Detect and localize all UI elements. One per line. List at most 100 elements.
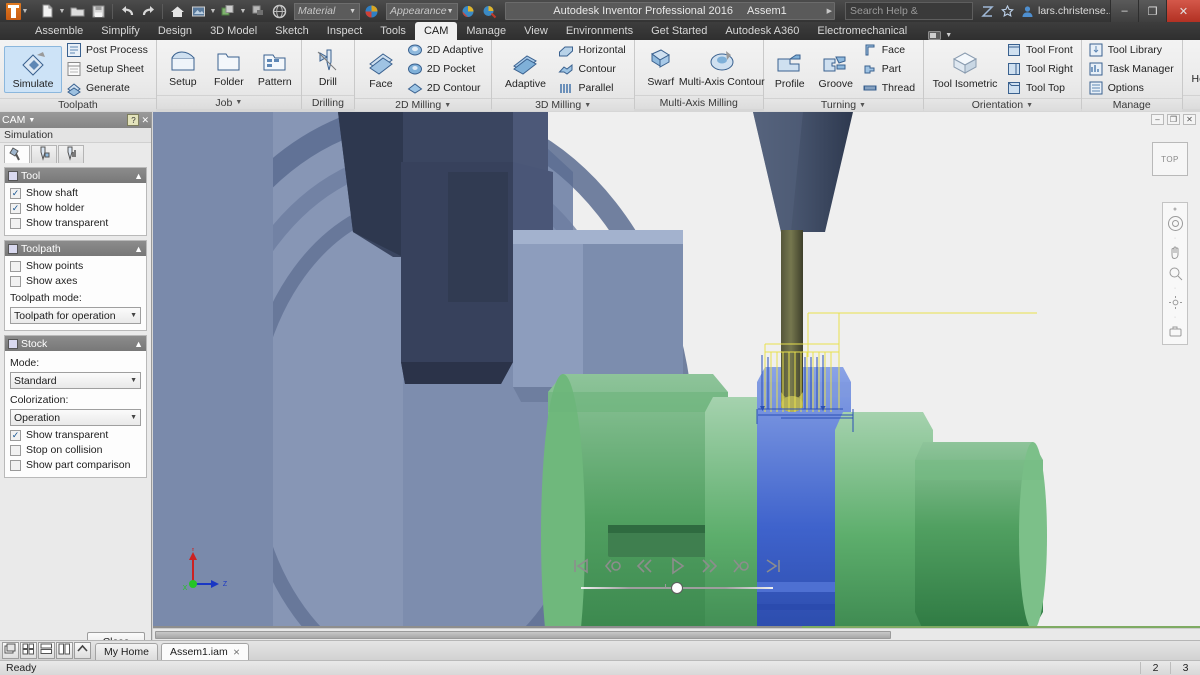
ribbon-tab-design[interactable]: Design: [149, 22, 201, 40]
chevron-down-icon[interactable]: ▼: [1026, 102, 1033, 109]
3d-viewport[interactable]: – ❐ ✕ TOP ● · · · Y Z X: [153, 112, 1200, 642]
tool-isometric-button[interactable]: Tool Isometric: [928, 47, 1002, 92]
chevron-right-icon[interactable]: ▶: [827, 7, 832, 15]
checkbox-show-transparent[interactable]: Show transparent: [10, 217, 141, 229]
open-file-button[interactable]: [67, 1, 87, 21]
parallel-button[interactable]: Parallel: [556, 79, 629, 97]
panel-title[interactable]: Turning ▼: [763, 98, 924, 111]
checkbox-indicator[interactable]: [10, 444, 21, 456]
document-close-button[interactable]: ✕: [1183, 113, 1196, 125]
ribbon-tab-tools[interactable]: Tools: [371, 22, 415, 40]
checkbox-indicator[interactable]: [10, 429, 21, 441]
collapse-chevron-icon[interactable]: ▲: [134, 171, 143, 181]
ribbon-tab-3d-model[interactable]: 3D Model: [201, 22, 266, 40]
simulate-button[interactable]: Simulate: [4, 45, 62, 93]
visual-style-button[interactable]: [218, 1, 238, 21]
inventor-logo-button[interactable]: ▼: [0, 0, 34, 22]
home-view-button[interactable]: [167, 1, 187, 21]
collapse-tabs-button[interactable]: [74, 642, 91, 659]
chevron-down-icon[interactable]: ▼: [444, 102, 451, 109]
collapse-chevron-icon[interactable]: ▲: [134, 244, 143, 254]
drill-button[interactable]: Drill: [306, 45, 350, 90]
document-tab-assem1-iam[interactable]: Assem1.iam ⨯: [160, 643, 250, 660]
simulation-tab[interactable]: [4, 145, 30, 163]
close-icon[interactable]: ⨯: [233, 647, 241, 658]
info-tab[interactable]: [31, 145, 57, 163]
appearance-combo[interactable]: Appearance ▼: [386, 2, 458, 20]
material-color-swatch[interactable]: [361, 1, 381, 21]
undo-button[interactable]: [117, 1, 137, 21]
setup-sheet-button[interactable]: Setup Sheet: [64, 60, 152, 78]
ribbon-tab-inspect[interactable]: Inspect: [318, 22, 371, 40]
checkbox-indicator[interactable]: [10, 275, 21, 287]
simulation-speed-slider[interactable]: [580, 581, 773, 595]
ribbon-tab-environments[interactable]: Environments: [557, 22, 642, 40]
restore-button[interactable]: ❐: [1138, 0, 1166, 22]
pan-hand-icon[interactable]: [1164, 243, 1186, 262]
ribbon-tab-get-started[interactable]: Get Started: [642, 22, 716, 40]
checkbox-show-part-comparison[interactable]: Show part comparison: [10, 459, 141, 471]
save-file-button[interactable]: [88, 1, 108, 21]
chevron-down-icon[interactable]: ▼: [209, 8, 217, 15]
checkbox-indicator[interactable]: [10, 459, 21, 471]
chevron-down-icon[interactable]: ▼: [28, 117, 35, 124]
scrollbar-thumb[interactable]: [155, 631, 891, 639]
view-face-button[interactable]: [188, 1, 208, 21]
profile-button[interactable]: Profile: [768, 47, 812, 92]
post-process-button[interactable]: Post Process: [64, 41, 152, 59]
clear-color-button[interactable]: [480, 1, 500, 21]
ribbon-tab-simplify[interactable]: Simplify: [92, 22, 149, 40]
task-manager-button[interactable]: Task Manager: [1086, 60, 1178, 78]
group-header[interactable]: Stock ▲: [5, 336, 146, 351]
exchange-icon[interactable]: [978, 2, 996, 20]
tile-horizontal-button[interactable]: [38, 642, 55, 659]
chevron-down-icon[interactable]: ▼: [22, 8, 29, 15]
material-combo[interactable]: Material ▼: [294, 2, 360, 20]
2d-adaptive-button[interactable]: 2D Adaptive: [405, 41, 488, 59]
shadows-button[interactable]: [248, 1, 268, 21]
checkbox-indicator[interactable]: [10, 187, 21, 199]
adaptive-button[interactable]: Adaptive: [496, 47, 554, 92]
tool-front-button[interactable]: Tool Front: [1004, 41, 1077, 59]
ribbon-tab-autodesk-a360[interactable]: Autodesk A360: [716, 22, 808, 40]
look-at-camera-icon[interactable]: [1164, 322, 1186, 341]
redo-button[interactable]: [138, 1, 158, 21]
skip-to-start-button[interactable]: [571, 557, 591, 577]
document-tab-my-home[interactable]: My Home: [95, 643, 158, 660]
face-button[interactable]: Face: [860, 41, 919, 59]
slider-thumb[interactable]: [670, 582, 683, 594]
next-operation-button[interactable]: [731, 557, 751, 577]
viewport-horizontal-scrollbar[interactable]: [153, 628, 1200, 640]
favorites-star-icon[interactable]: [998, 2, 1016, 20]
horizontal-button[interactable]: Horizontal: [556, 41, 629, 59]
checkbox-show-transparent[interactable]: Show transparent: [10, 429, 141, 441]
window-arrange-button[interactable]: [2, 642, 19, 659]
panel-title[interactable]: Orientation ▼: [924, 98, 1081, 111]
rewind-button[interactable]: [635, 557, 655, 577]
checkbox-indicator[interactable]: [10, 260, 21, 272]
collapse-chevron-icon[interactable]: ▲: [134, 339, 143, 349]
help-tutorials-button[interactable]: ?Help/Tutorials▼: [1187, 42, 1200, 94]
orbit-globe-button[interactable]: [269, 1, 289, 21]
dropdown-operation[interactable]: Operation ▼: [10, 409, 141, 426]
tool-library-button[interactable]: Tool Library: [1086, 41, 1178, 59]
groove-button[interactable]: Groove: [814, 47, 858, 92]
ribbon-tab-cam[interactable]: CAM: [414, 22, 458, 40]
folder-button[interactable]: Folder: [207, 45, 251, 90]
sign-in-name[interactable]: lars.christense...: [1038, 5, 1114, 17]
tool-right-button[interactable]: Tool Right: [1004, 60, 1077, 78]
panel-title[interactable]: Job ▼: [156, 95, 301, 109]
multi-axis-contour-button[interactable]: Multi-Axis Contour: [679, 45, 765, 90]
new-file-button[interactable]: [37, 1, 57, 21]
zoom-magnifier-icon[interactable]: [1164, 264, 1186, 283]
statistics-tab[interactable]: [58, 145, 84, 163]
tile-vertical-button[interactable]: [56, 642, 73, 659]
steering-wheel-icon[interactable]: [1164, 214, 1186, 233]
pattern-button[interactable]: Pattern: [253, 45, 297, 90]
checkbox-show-holder[interactable]: Show holder: [10, 202, 141, 214]
chevron-down-icon[interactable]: ▼: [235, 99, 242, 106]
swarf-button[interactable]: Swarf: [639, 45, 683, 90]
chevron-down-icon[interactable]: ▼: [859, 102, 866, 109]
group-header[interactable]: Toolpath ▲: [5, 241, 146, 256]
panel-title[interactable]: 3D Milling ▼: [492, 98, 634, 111]
